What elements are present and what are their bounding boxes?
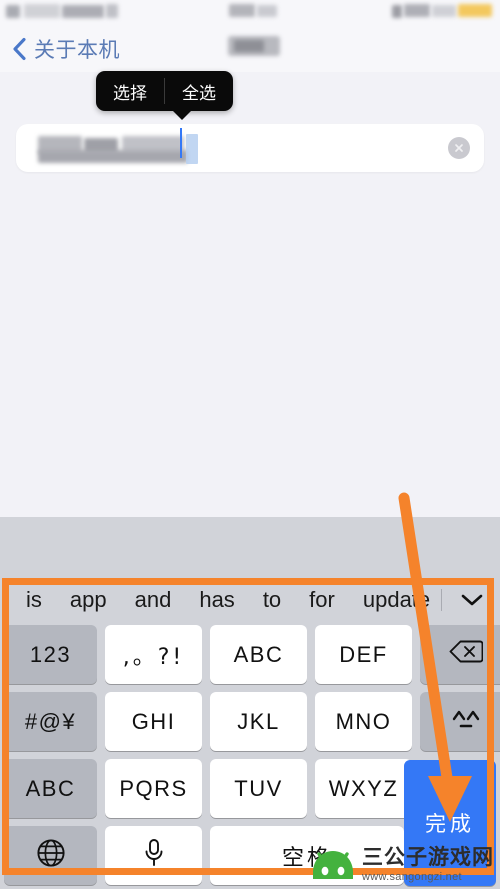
prediction-word[interactable]: for xyxy=(295,587,349,613)
watermark-logo-icon xyxy=(311,848,355,882)
watermark-url: www.sangongzi.net xyxy=(362,871,462,883)
status-bar-label-redacted xyxy=(106,4,118,18)
status-bar-icons-redacted xyxy=(392,5,402,18)
context-menu-pointer xyxy=(172,110,192,120)
key-pqrs[interactable]: PQRS xyxy=(105,759,202,818)
search-input[interactable] xyxy=(16,124,484,172)
chevron-left-icon xyxy=(12,37,27,61)
status-bar-signal-redacted xyxy=(62,5,104,18)
prediction-word[interactable]: app xyxy=(56,587,121,613)
status-bar-time2-redacted xyxy=(257,5,277,17)
chevron-down-icon[interactable] xyxy=(444,592,500,608)
emoticon-icon xyxy=(448,706,484,738)
status-bar-left-redacted xyxy=(6,5,20,18)
keyboard-row-1: 123 ,。?! ABC DEF xyxy=(0,621,500,688)
status-bar-icons3-redacted xyxy=(432,5,456,17)
key-abc-mode[interactable]: ABC xyxy=(4,759,97,818)
prediction-bar: is app and has to for update xyxy=(0,579,500,621)
key-jkl[interactable]: JKL xyxy=(210,692,307,751)
clear-icon[interactable] xyxy=(448,137,470,159)
status-bar xyxy=(0,0,500,28)
key-punctuation[interactable]: ,。?! xyxy=(105,625,202,684)
key-emoticon[interactable] xyxy=(420,692,500,751)
status-bar-battery-redacted xyxy=(458,4,492,17)
key-symbols[interactable]: #@¥ xyxy=(4,692,97,751)
key-backspace[interactable] xyxy=(420,625,500,684)
status-bar-carrier-redacted xyxy=(24,4,60,18)
watermark-site-name: 三公子游戏网 xyxy=(362,845,494,869)
key-wxyz[interactable]: WXYZ xyxy=(315,759,412,818)
prediction-word[interactable]: is xyxy=(12,587,56,613)
watermark-text: 三公子游戏网 www.sangongzi.net xyxy=(362,847,494,883)
key-abc[interactable]: ABC xyxy=(210,625,307,684)
context-menu-item-select-all[interactable]: 全选 xyxy=(165,71,233,111)
prediction-word[interactable]: update xyxy=(349,587,441,613)
prediction-word[interactable]: to xyxy=(249,587,295,613)
on-screen-keyboard: is app and has to for update 123 ,。?! AB xyxy=(0,517,500,889)
status-bar-time-redacted xyxy=(229,4,255,17)
phone-screen: 关于本机 选择 全选 is app and has to for update … xyxy=(0,0,500,889)
navbar-redacted-badge-2 xyxy=(234,40,264,52)
key-mno[interactable]: MNO xyxy=(315,692,412,751)
prediction-word[interactable]: has xyxy=(185,587,248,613)
key-def[interactable]: DEF xyxy=(315,625,412,684)
back-button-label: 关于本机 xyxy=(34,38,120,62)
key-dictation[interactable] xyxy=(105,826,202,885)
prediction-words: is app and has to for update xyxy=(0,587,441,613)
key-tuv[interactable]: TUV xyxy=(210,759,307,818)
text-context-menu: 选择 全选 xyxy=(96,71,233,120)
microphone-icon xyxy=(143,838,165,874)
status-bar-icons2-redacted xyxy=(404,4,430,17)
prediction-divider xyxy=(441,589,442,611)
key-ghi[interactable]: GHI xyxy=(105,692,202,751)
key-123[interactable]: 123 xyxy=(4,625,97,684)
key-globe[interactable] xyxy=(4,826,97,885)
backspace-icon xyxy=(449,639,484,670)
keyboard-row-2: #@¥ GHI JKL MNO xyxy=(0,688,500,755)
globe-icon xyxy=(36,838,66,874)
prediction-word[interactable]: and xyxy=(121,587,186,613)
watermark: 三公子游戏网 www.sangongzi.net xyxy=(311,847,494,883)
text-caret xyxy=(180,128,182,158)
back-button[interactable]: 关于本机 xyxy=(12,32,120,66)
text-selection-highlight xyxy=(186,134,198,164)
context-menu-item-select[interactable]: 选择 xyxy=(96,71,164,111)
redacted-text-block-4 xyxy=(38,150,188,163)
